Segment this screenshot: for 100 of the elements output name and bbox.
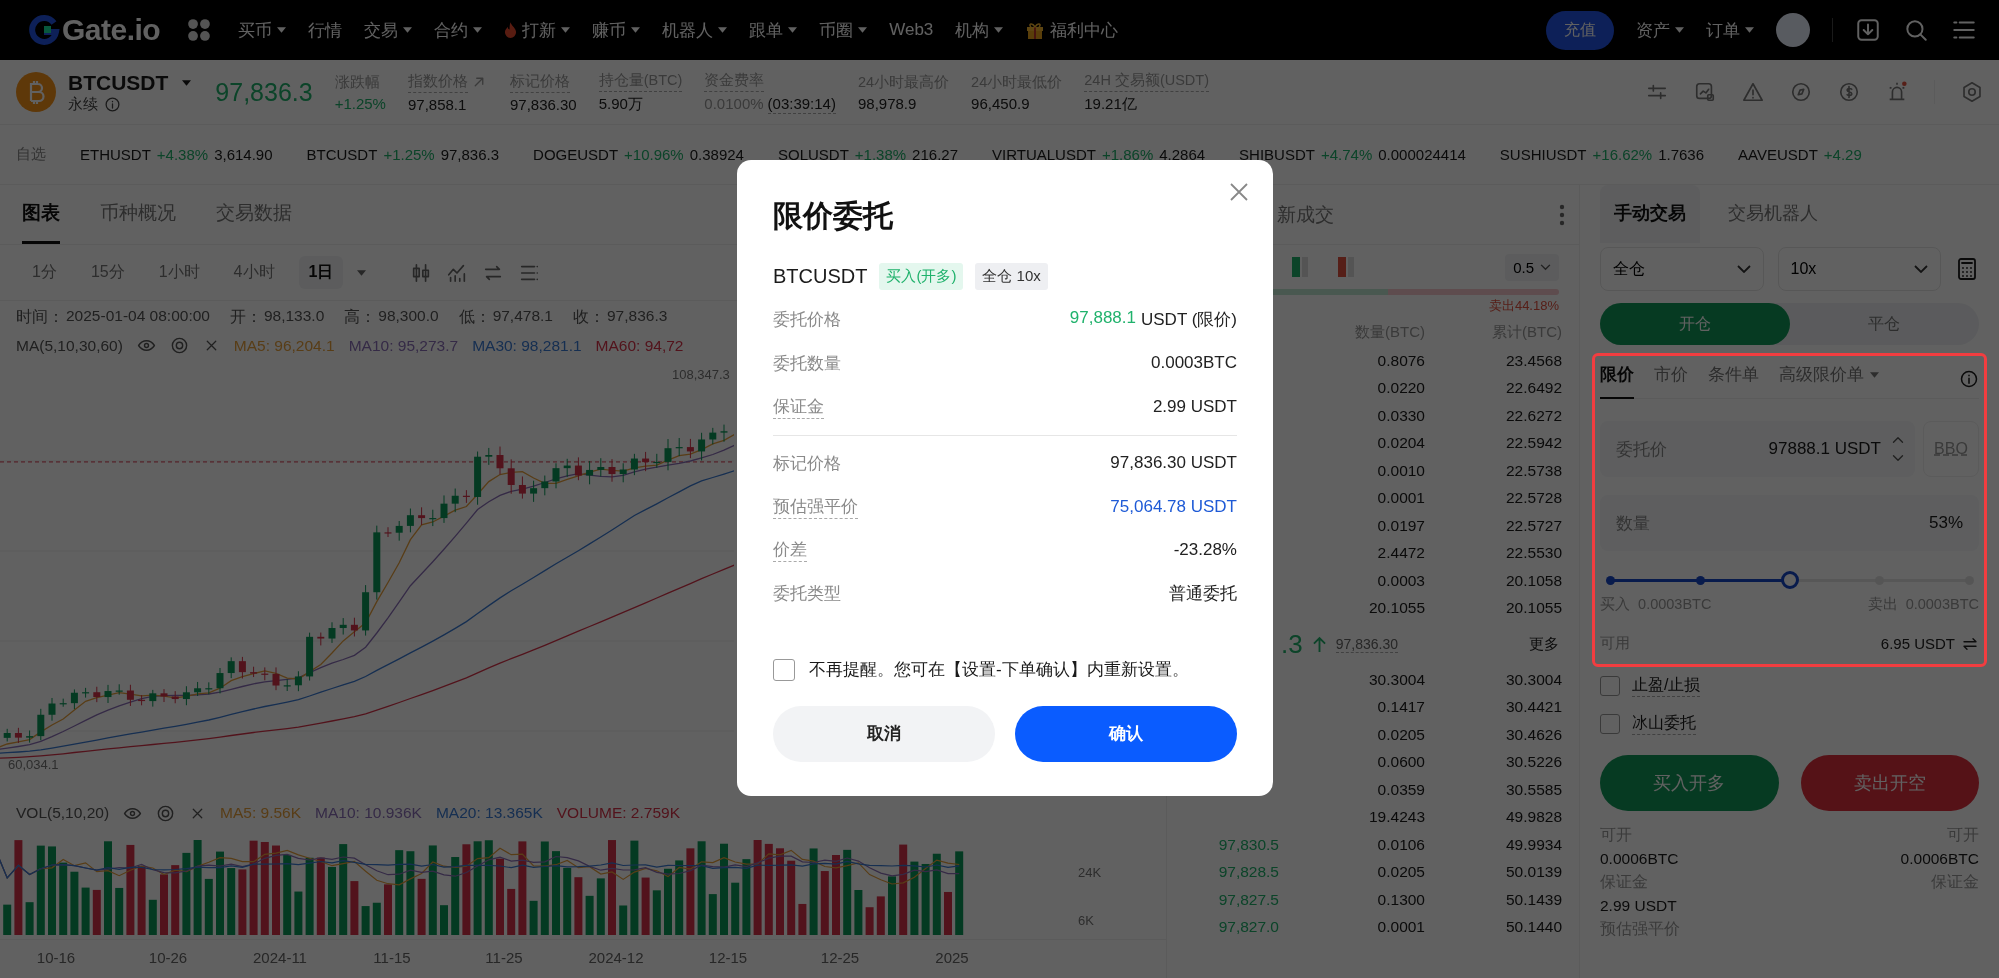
sell-short-button[interactable]: 卖出开空 xyxy=(1800,755,1979,811)
bid-total: 30.5585 xyxy=(1504,780,1562,799)
slider-step-dot[interactable] xyxy=(1606,576,1615,585)
search-icon[interactable] xyxy=(1903,17,1929,43)
nav-menu-item[interactable]: 机构 xyxy=(955,18,1004,42)
chart-card-icon[interactable] xyxy=(1694,81,1716,103)
ask-total: 22.5530 xyxy=(1504,544,1562,563)
ask-amount: 0.0010 xyxy=(1376,461,1425,480)
nav-menu-item[interactable]: 买币 xyxy=(238,18,287,42)
ask-amount: 0.0001 xyxy=(1376,489,1425,508)
logo-text[interactable]: Gate.io xyxy=(62,13,161,47)
compass-icon[interactable] xyxy=(1790,81,1812,103)
checkbox[interactable] xyxy=(1600,676,1620,696)
caret-icon xyxy=(403,27,413,33)
nav-menu-item[interactable]: Web3 xyxy=(889,20,934,40)
detail-label: 委托数量 xyxy=(773,352,841,375)
date-axis-label: 2024-12 xyxy=(587,948,645,966)
detail-value: USDT (限价) xyxy=(1141,309,1237,332)
ohlc-value: 97,478.1 xyxy=(492,307,553,326)
slider-step-dot[interactable] xyxy=(1695,576,1705,585)
pair-symbol[interactable]: AAVEUSDT xyxy=(1738,146,1818,163)
nav-menu-item[interactable]: 行情 xyxy=(308,18,343,42)
ask-amount: 2.4472 xyxy=(1376,544,1425,563)
ask-amount: 0.0204 xyxy=(1376,434,1425,453)
caret-icon xyxy=(858,27,868,33)
pair-change: +16.62% xyxy=(1592,146,1653,163)
bid-total: 50.0139 xyxy=(1504,863,1562,882)
pair-symbol[interactable]: ETHUSDT xyxy=(80,146,151,163)
nav-menu-item[interactable]: 币圈 xyxy=(819,18,868,42)
info-icon[interactable] xyxy=(104,95,121,113)
pair-change: +10.96% xyxy=(624,146,684,163)
pair-symbol[interactable]: SUSHIUSDT xyxy=(1499,146,1587,163)
calculator-icon[interactable] xyxy=(1955,257,1979,281)
pair-price: 0.38924 xyxy=(689,146,744,163)
ohlc-label: 收： xyxy=(572,307,605,327)
bid-price: 97,828.5 xyxy=(1217,863,1280,882)
chevron-down-icon xyxy=(1736,265,1751,273)
nav-menu-item[interactable]: 机器人 xyxy=(662,18,728,42)
stat-value: (03:39:14) xyxy=(767,94,836,114)
pair-symbol[interactable]: SOLUSDT xyxy=(777,146,849,163)
warning-icon[interactable] xyxy=(1742,81,1764,103)
caret-icon xyxy=(473,27,483,33)
deposit-button[interactable]: 充值 xyxy=(1546,10,1614,50)
leverage-select[interactable]: 10x xyxy=(1777,247,1941,291)
ohlc-label: 开： xyxy=(229,307,262,327)
more-link[interactable]: 更多 xyxy=(1529,634,1559,654)
interval-tab[interactable]: 1日 xyxy=(298,256,344,289)
nav-menu-item[interactable]: 跟单 xyxy=(749,18,798,42)
nav-menu-item[interactable]: 资产 xyxy=(1636,18,1684,42)
nav-menu-item[interactable]: 打新 xyxy=(504,18,571,42)
stat-value: 98,978.9 xyxy=(857,94,917,112)
target-icon[interactable] xyxy=(169,336,189,355)
caret-icon xyxy=(182,79,192,86)
bid-total: 49.9828 xyxy=(1504,808,1562,827)
bid-amount: 0.1417 xyxy=(1376,698,1425,717)
nav-menu-item[interactable]: 合约 xyxy=(434,18,483,42)
ask-total: 22.5727 xyxy=(1504,516,1562,535)
avatar-icon[interactable] xyxy=(1776,13,1810,47)
buy-long-button[interactable]: 买入开多 xyxy=(1600,755,1779,811)
stat-value: +1.25% xyxy=(334,94,386,112)
price-step-dropdown[interactable]: 0.5 xyxy=(1505,253,1559,281)
pair-symbol[interactable]: BTCUSDT xyxy=(306,146,378,163)
detail-label: 委托价格 xyxy=(773,309,841,332)
symbol-name[interactable]: BTCUSDT xyxy=(68,70,169,95)
apps-grid-icon[interactable] xyxy=(186,17,213,43)
checkbox[interactable] xyxy=(773,658,795,681)
bid-total: 50.1439 xyxy=(1504,890,1562,909)
nav-menu-item[interactable]: 赚币 xyxy=(592,18,641,42)
pair-symbol[interactable]: VIRTUALUSDT xyxy=(992,146,1096,163)
trade-tab[interactable]: 手动交易 xyxy=(1600,185,1700,243)
date-axis-label: 12-25 xyxy=(819,948,861,966)
nav-menu-item[interactable]: 交易 xyxy=(364,18,413,42)
caret-icon xyxy=(561,27,571,33)
caret-icon xyxy=(1870,371,1879,378)
buy-book-icon[interactable] xyxy=(1292,257,1308,277)
info-icon[interactable] xyxy=(1959,368,1979,389)
order-type-tab[interactable]: 限价 xyxy=(1600,358,1634,399)
more-vertical-icon[interactable] xyxy=(1559,203,1565,226)
pair-change: +1.86% xyxy=(1101,146,1154,163)
target-icon[interactable] xyxy=(156,803,176,823)
pair-change: +4.38% xyxy=(156,146,209,163)
cancel-button[interactable]: 取消 xyxy=(773,705,995,762)
download-icon[interactable] xyxy=(1855,17,1881,43)
confirm-button[interactable]: 确认 xyxy=(1015,705,1237,762)
bid-total: 30.4626 xyxy=(1504,725,1562,744)
pair-symbol[interactable]: SHIBUSDT xyxy=(1239,146,1315,163)
date-axis-label: 2025 xyxy=(934,948,970,966)
checkbox[interactable] xyxy=(1600,714,1620,734)
slider-thumb[interactable] xyxy=(1780,571,1799,589)
nav-menu-item[interactable]: 订单 xyxy=(1706,18,1754,42)
detail-value: 2.99 USDT xyxy=(1152,396,1237,417)
position-toggle[interactable]: 开仓 xyxy=(1600,303,1790,345)
pair-symbol[interactable]: DOGEUSDT xyxy=(533,146,619,163)
sell-book-icon[interactable] xyxy=(1338,257,1354,277)
settings-icon[interactable] xyxy=(1961,81,1983,103)
margin-mode-select[interactable]: 全仓 xyxy=(1600,247,1764,291)
nav-menu-item[interactable]: 福利中心 xyxy=(1025,18,1119,42)
dollar-coin-icon[interactable] xyxy=(1838,81,1860,103)
ohlc-value: 98,133.0 xyxy=(263,307,325,326)
chart-tab[interactable]: 图表 xyxy=(22,185,60,244)
